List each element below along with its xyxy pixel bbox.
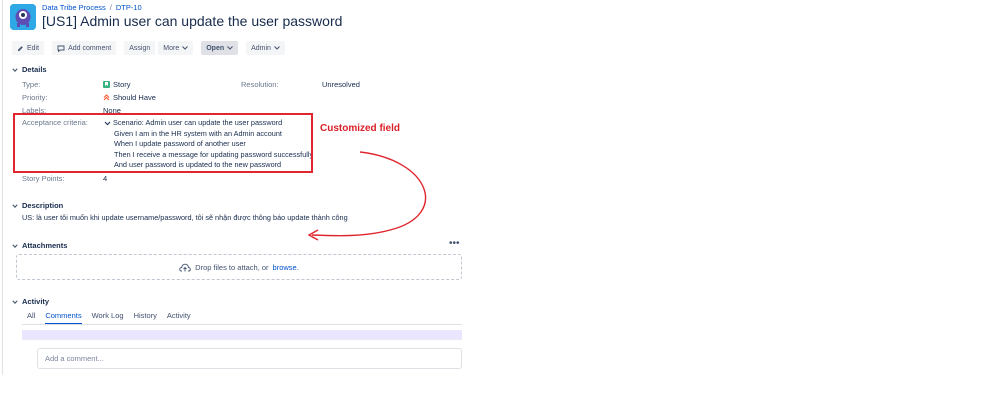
attachments-heading: Attachments (22, 241, 68, 250)
activity-heading: Activity (22, 297, 50, 306)
story-points-value: 4 (103, 174, 108, 183)
attachments-section-toggle[interactable]: Attachments (12, 241, 67, 250)
admin-button[interactable]: Admin (246, 41, 285, 55)
edit-icon (18, 45, 23, 51)
chevron-down-icon (274, 46, 280, 50)
project-avatar-icon[interactable] (10, 4, 36, 30)
activity-section-toggle[interactable]: Activity (12, 297, 49, 306)
attachments-more-button[interactable]: ••• (449, 238, 460, 249)
issue-toolbar: Edit Add comment Assign More Open Admin (12, 41, 285, 55)
page-left-border (2, 0, 3, 375)
add-comment-button[interactable]: Add comment (52, 41, 117, 55)
chevron-down-icon (12, 67, 18, 72)
comments-divider (22, 339, 462, 340)
details-section-toggle[interactable]: Details (12, 65, 47, 74)
breadcrumb: Data Tribe Process / DTP-10 (42, 3, 142, 12)
more-label: More (163, 44, 180, 52)
more-button[interactable]: More (158, 41, 194, 55)
edit-button-label: Edit (27, 44, 40, 52)
chevron-down-icon (227, 46, 233, 50)
annotation-customized-field: Customized field (320, 123, 401, 134)
status-open-label: Open (206, 44, 225, 52)
type-value-text: Story (113, 80, 131, 89)
priority-icon (103, 94, 110, 101)
chevron-down-icon (12, 299, 18, 304)
chevron-down-icon (12, 243, 18, 248)
priority-label: Priority: (22, 93, 48, 102)
tabs-divider (22, 324, 462, 325)
tab-all[interactable]: All (27, 311, 35, 325)
issue-title[interactable]: [US1] Admin user can update the user pas… (42, 13, 342, 29)
priority-value-text: Should Have (113, 93, 156, 102)
assign-button[interactable]: Assign (124, 41, 156, 55)
comments-banner (22, 330, 462, 339)
avatar (23, 348, 33, 358)
annotation-highlight-box (13, 113, 313, 173)
description-text[interactable]: US: là user tôi muốn khi update username… (22, 213, 348, 222)
resolution-value: Unresolved (322, 80, 360, 89)
assign-label: Assign (129, 44, 151, 52)
breadcrumb-separator: / (109, 3, 112, 12)
activity-tabs: All Comments Work Log History Activity (27, 311, 191, 325)
chevron-down-icon (12, 203, 18, 208)
priority-value: Should Have (103, 93, 156, 102)
type-value: Story (103, 80, 131, 89)
status-open-button[interactable]: Open (201, 41, 239, 55)
description-heading: Description (22, 201, 64, 210)
resolution-label: Resolution: (241, 80, 279, 89)
type-label: Type: (22, 80, 41, 89)
tab-work-log[interactable]: Work Log (92, 311, 124, 325)
breadcrumb-issue-link[interactable]: DTP-10 (116, 3, 142, 12)
browse-link[interactable]: browse. (273, 263, 299, 272)
edit-button[interactable]: Edit (12, 41, 45, 55)
tab-activity[interactable]: Activity (167, 311, 191, 325)
cloud-upload-icon (179, 263, 191, 271)
comment-icon (57, 45, 65, 52)
annotation-arrow (307, 151, 427, 241)
description-section-toggle[interactable]: Description (12, 201, 63, 210)
details-heading: Details (22, 65, 47, 74)
dropzone-text: Drop files to attach, or (195, 262, 269, 272)
add-comment-input[interactable] (37, 348, 462, 369)
add-comment-label: Add comment (68, 44, 112, 52)
attachments-dropzone[interactable]: Drop files to attach, or browse. (16, 254, 462, 280)
story-points-label: Story Points: (22, 174, 65, 183)
tab-comments[interactable]: Comments (45, 311, 82, 325)
chevron-down-icon (182, 46, 189, 50)
admin-label: Admin (251, 44, 271, 52)
tab-history[interactable]: History (134, 311, 157, 325)
breadcrumb-project-link[interactable]: Data Tribe Process (42, 3, 106, 12)
story-icon (103, 81, 110, 88)
